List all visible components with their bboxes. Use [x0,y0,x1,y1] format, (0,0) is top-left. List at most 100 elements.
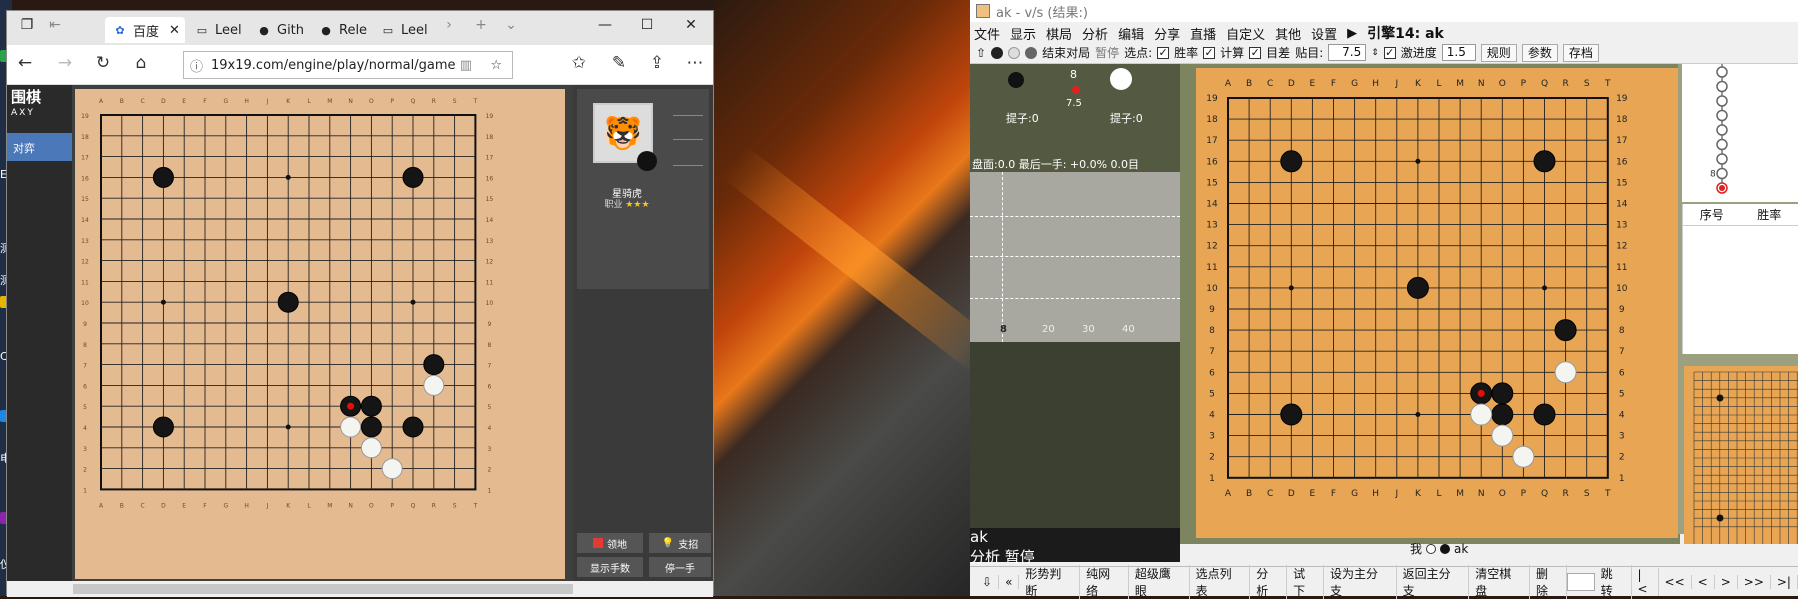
play-icon[interactable]: ▶ [1347,26,1357,41]
first-move-button[interactable]: |< [1632,568,1659,596]
tree-node[interactable] [1717,67,1727,77]
save-button[interactable]: 存档 [1563,44,1599,62]
black-stone[interactable] [403,167,423,187]
black-stone-icon[interactable] [991,47,1003,59]
set-main-branch-button[interactable]: 设为主分支 [1324,565,1397,599]
black-stone[interactable] [1492,404,1513,425]
eagle-eye-button[interactable]: 超级鹰眼 [1129,565,1190,599]
reading-view-icon[interactable]: ▥ [460,58,472,73]
forward-one-button[interactable]: > [1715,575,1738,589]
menu-live[interactable]: 直播 [1190,24,1216,43]
analyze-button[interactable]: 分析 [1250,565,1287,599]
table-header[interactable]: 序号 [1683,204,1741,225]
black-stone[interactable] [278,292,298,312]
tree-node[interactable] [1717,140,1727,150]
tree-node[interactable] [1717,125,1727,135]
mini-board[interactable] [1684,366,1798,544]
params-button[interactable]: 参数 [1522,44,1558,62]
rules-button[interactable]: 规则 [1481,44,1517,62]
menu-share[interactable]: 分享 [1154,24,1180,43]
close-window-icon[interactable]: ✕ [677,17,705,33]
web-go-board[interactable]: AABBCCDDEEFFGGHHJJKKLLMMNNOOPPQQRRSSTT19… [75,89,565,579]
tab-leela-1[interactable]: ▭ Leel [187,17,247,43]
black-stone[interactable] [153,167,173,187]
clear-board-button[interactable]: 清空棋盘 [1469,565,1530,599]
chevron-right-icon[interactable]: › [435,17,463,33]
horizontal-scrollbar[interactable] [7,581,713,597]
jump-button[interactable]: 跳转 [1595,565,1632,599]
delete-button[interactable]: 删除 [1530,565,1567,599]
variation-tree-svg[interactable]: 8 [1682,64,1798,202]
new-tab-icon[interactable]: + [467,17,495,33]
white-stone[interactable] [1471,404,1492,425]
back-one-button[interactable]: < [1692,575,1715,589]
pass-button[interactable]: 停一手 [649,557,711,577]
tree-node[interactable] [1717,169,1727,179]
white-stone[interactable] [361,438,381,458]
diff-checkbox[interactable]: ✓ [1249,47,1261,59]
sidebar-item-play[interactable]: 对弈 [7,133,72,161]
home-icon[interactable]: ⌂ [129,53,153,73]
jump-input[interactable] [1567,573,1595,591]
menu-other[interactable]: 其他 [1275,24,1301,43]
menu-edit[interactable]: 编辑 [1118,24,1144,43]
support-button[interactable]: 💡 支招 [649,533,711,553]
refresh-icon[interactable]: ↻ [91,53,115,73]
lizzie-go-board[interactable]: AABBCCDDEEFFGGHHJJKKLLMMNNOOPPQQRRSSTT19… [1196,68,1678,538]
maximize-icon[interactable]: ☐ [633,17,661,33]
end-game-button[interactable]: 结束对局 [1042,44,1090,61]
black-stone[interactable] [361,417,381,437]
white-stone[interactable] [382,459,402,479]
black-stone[interactable] [1407,277,1428,298]
engine-label[interactable]: 引擎14: ak [1367,23,1444,43]
black-stone[interactable] [1492,383,1513,404]
white-stone[interactable] [341,417,361,437]
white-stone[interactable] [424,375,444,395]
favorite-star-icon[interactable]: ☆ [490,58,502,73]
territory-button[interactable]: 领地 [577,533,643,553]
back-ten-button[interactable]: << [1659,575,1692,589]
white-stone[interactable] [1492,425,1513,446]
lizzie-board-svg[interactable]: AABBCCDDEEFFGGHHJJKKLLMMNNOOPPQQRRSSTT19… [1196,68,1678,538]
try-button[interactable]: 试下 [1287,565,1324,599]
calc-checkbox[interactable]: ✓ [1203,47,1215,59]
favorites-icon[interactable]: ✩ [567,53,591,73]
tab-actions-icon[interactable]: ❐ [13,17,41,33]
black-stone[interactable] [1534,151,1555,172]
black-stone[interactable] [403,417,423,437]
share-icon[interactable]: ⇪ [645,53,669,73]
menu-game[interactable]: 棋局 [1046,24,1072,43]
tree-node[interactable] [1717,154,1727,164]
aggression-input[interactable]: 1.5 [1442,44,1476,61]
winrate-checkbox[interactable]: ✓ [1157,47,1169,59]
back-tabs-icon[interactable]: ⇤ [41,17,69,33]
pause-button[interactable]: 暂停 [1095,44,1119,61]
tree-node[interactable] [1717,96,1727,106]
forward-ten-button[interactable]: >> [1738,575,1771,589]
table-header[interactable]: 胜率 [1741,204,1798,225]
scrollbar-thumb[interactable] [73,584,573,594]
url-field[interactable]: ⓘ 19x19.com/engine/play/normal/game ▥ ☆ [183,51,513,79]
black-stone[interactable] [424,355,444,375]
last-move-button[interactable]: >| [1771,575,1798,589]
black-stone[interactable] [361,396,381,416]
tab-github-2[interactable]: ● Rele [311,17,371,43]
web-board-svg[interactable]: AABBCCDDEEFFGGHHJJKKLLMMNNOOPPQQRRSSTT19… [75,89,565,579]
candidate-list-button[interactable]: 选点列表 [1190,565,1251,599]
more-icon[interactable]: ⋯ [683,53,707,73]
candidate-table[interactable]: 序号 胜率 [1682,204,1798,354]
menu-custom[interactable]: 自定义 [1226,24,1265,43]
winrate-graph[interactable]: 8 20 30 40 [970,172,1180,342]
black-stone[interactable] [1281,151,1302,172]
alternate-stone-icon[interactable] [1025,47,1037,59]
menu-view[interactable]: 显示 [1010,24,1036,43]
white-stone[interactable] [1513,446,1534,467]
pure-network-button[interactable]: 纯网络 [1080,565,1129,599]
aggression-checkbox[interactable]: ✓ [1384,47,1396,59]
chevron-down-icon[interactable]: ⌄ [497,17,525,33]
tab-leela-2[interactable]: ▭ Leel [373,17,433,43]
double-left-icon[interactable]: « [999,575,1019,589]
black-stone[interactable] [1555,320,1576,341]
forward-icon[interactable]: → [53,53,77,73]
menu-analysis[interactable]: 分析 [1082,24,1108,43]
